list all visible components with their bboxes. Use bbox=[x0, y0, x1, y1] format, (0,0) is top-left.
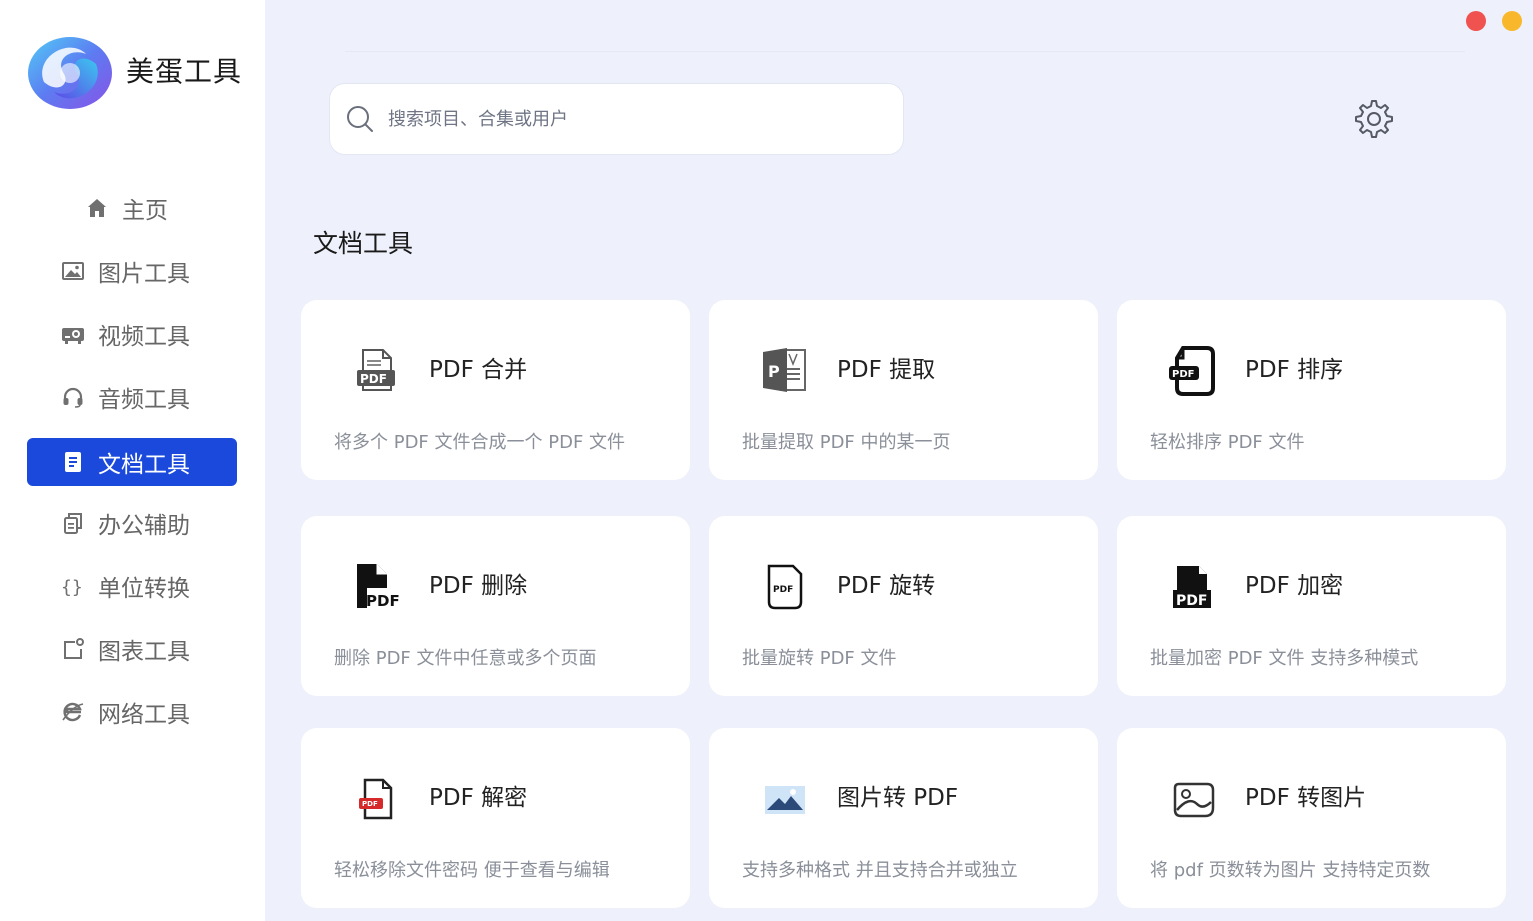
headphones-icon bbox=[60, 384, 86, 410]
chart-icon bbox=[60, 636, 86, 662]
sidebar: 美蛋工具 主页 图片工具 视频工具 音频工具 文档工具 办公辅助 {} 单位转换… bbox=[0, 0, 265, 921]
tool-card-pdf-extract[interactable]: P PDF 提取 批量提取 PDF 中的某一页 bbox=[709, 300, 1098, 480]
tool-card-pdf-encrypt[interactable]: PDF PDF 加密 批量加密 PDF 文件 支持多种模式 bbox=[1117, 516, 1506, 696]
pdf-merge-icon: PDF bbox=[357, 349, 395, 391]
pdf-sort-icon: PDF bbox=[1169, 346, 1215, 396]
tool-card-pdf-rotate[interactable]: PDF PDF 旋转 批量旋转 PDF 文件 bbox=[709, 516, 1098, 696]
nav-item-home[interactable]: 主页 bbox=[84, 184, 237, 232]
card-description: 轻松移除文件密码 便于查看与编辑 bbox=[334, 860, 610, 881]
nav-item-image-tools[interactable]: 图片工具 bbox=[60, 247, 270, 295]
card-title: PDF 删除 bbox=[429, 573, 528, 599]
card-title: PDF 加密 bbox=[1245, 573, 1344, 599]
header-divider bbox=[345, 51, 1465, 52]
pdf-to-image-icon bbox=[1173, 782, 1215, 818]
search-input[interactable] bbox=[388, 108, 903, 130]
document-icon bbox=[60, 449, 86, 475]
nav-item-office-assistant[interactable]: 办公辅助 bbox=[60, 499, 270, 547]
card-description: 将 pdf 页数转为图片 支持特定页数 bbox=[1150, 860, 1431, 881]
pdf-encrypt-icon: PDF bbox=[1173, 566, 1211, 609]
video-icon bbox=[60, 321, 86, 347]
app-logo bbox=[28, 37, 112, 109]
svg-text:PDF: PDF bbox=[773, 585, 793, 595]
image-icon bbox=[60, 258, 86, 284]
window-close-button[interactable] bbox=[1466, 11, 1486, 31]
nav-item-audio-tools[interactable]: 音频工具 bbox=[60, 373, 270, 421]
nav-item-document-tools[interactable]: 文档工具 bbox=[27, 438, 237, 486]
nav-item-label: 办公辅助 bbox=[98, 513, 190, 539]
svg-text:PDF: PDF bbox=[1172, 369, 1194, 380]
svg-text:P: P bbox=[768, 362, 780, 381]
card-description: 支持多种格式 并且支持合并或独立 bbox=[742, 860, 1018, 881]
svg-text:PDF: PDF bbox=[1176, 593, 1207, 609]
card-title: PDF 转图片 bbox=[1245, 785, 1367, 811]
braces-icon: {} bbox=[60, 573, 86, 599]
nav-item-network-tools[interactable]: 网络工具 bbox=[60, 688, 270, 736]
nav-item-label: 单位转换 bbox=[98, 576, 190, 602]
tool-card-pdf-to-image[interactable]: PDF 转图片 将 pdf 页数转为图片 支持特定页数 bbox=[1117, 728, 1506, 908]
tool-card-image-to-pdf[interactable]: 图片转 PDF 支持多种格式 并且支持合并或独立 bbox=[709, 728, 1098, 908]
svg-text:PDF: PDF bbox=[362, 800, 378, 808]
nav-item-video-tools[interactable]: 视频工具 bbox=[60, 310, 270, 358]
nav-item-label: 主页 bbox=[122, 198, 168, 224]
tool-card-pdf-sort[interactable]: PDF PDF 排序 轻松排序 PDF 文件 bbox=[1117, 300, 1506, 480]
search-icon bbox=[347, 106, 373, 132]
card-description: 删除 PDF 文件中任意或多个页面 bbox=[334, 648, 597, 669]
browser-icon bbox=[60, 699, 86, 725]
nav-item-label: 文档工具 bbox=[98, 452, 190, 478]
app-title: 美蛋工具 bbox=[126, 55, 243, 88]
card-description: 批量加密 PDF 文件 支持多种模式 bbox=[1150, 648, 1419, 669]
copy-icon bbox=[60, 510, 86, 536]
pdf-rotate-icon: PDF bbox=[767, 564, 803, 610]
tool-card-pdf-decrypt[interactable]: PDF PDF 解密 轻松移除文件密码 便于查看与编辑 bbox=[301, 728, 690, 908]
nav-item-label: 视频工具 bbox=[98, 324, 190, 350]
pdf-delete-icon: PDF bbox=[357, 564, 400, 610]
search-bar[interactable] bbox=[329, 83, 904, 155]
window-minimize-button[interactable] bbox=[1502, 11, 1522, 31]
card-title: 图片转 PDF bbox=[837, 785, 959, 811]
nav-item-label: 音频工具 bbox=[98, 387, 190, 413]
card-title: PDF 解密 bbox=[429, 785, 528, 811]
home-icon bbox=[84, 195, 110, 221]
settings-gear-icon[interactable] bbox=[1352, 97, 1396, 141]
pdf-extract-icon: P bbox=[763, 348, 806, 392]
card-description: 批量提取 PDF 中的某一页 bbox=[742, 432, 951, 453]
card-description: 将多个 PDF 文件合成一个 PDF 文件 bbox=[334, 432, 626, 453]
svg-text:{}: {} bbox=[61, 577, 83, 598]
card-title: PDF 合并 bbox=[429, 357, 528, 383]
tool-card-pdf-merge[interactable]: PDF PDF 合并 将多个 PDF 文件合成一个 PDF 文件 bbox=[301, 300, 690, 480]
card-description: 批量旋转 PDF 文件 bbox=[742, 648, 897, 669]
card-description: 轻松排序 PDF 文件 bbox=[1150, 432, 1305, 453]
section-title: 文档工具 bbox=[313, 229, 414, 258]
pdf-decrypt-icon: PDF bbox=[359, 778, 393, 820]
nav-item-label: 图片工具 bbox=[98, 261, 190, 287]
tool-card-pdf-delete[interactable]: PDF PDF 删除 删除 PDF 文件中任意或多个页面 bbox=[301, 516, 690, 696]
card-title: PDF 旋转 bbox=[837, 573, 936, 599]
nav-item-label: 图表工具 bbox=[98, 639, 190, 665]
svg-text:PDF: PDF bbox=[360, 372, 387, 386]
nav-item-chart-tools[interactable]: 图表工具 bbox=[60, 625, 270, 673]
card-title: PDF 提取 bbox=[837, 357, 936, 383]
svg-text:PDF: PDF bbox=[366, 592, 400, 610]
nav-item-label: 网络工具 bbox=[98, 702, 190, 728]
image-to-pdf-icon bbox=[765, 786, 805, 814]
nav-item-unit-conversion[interactable]: {} 单位转换 bbox=[60, 562, 270, 610]
card-title: PDF 排序 bbox=[1245, 357, 1344, 383]
